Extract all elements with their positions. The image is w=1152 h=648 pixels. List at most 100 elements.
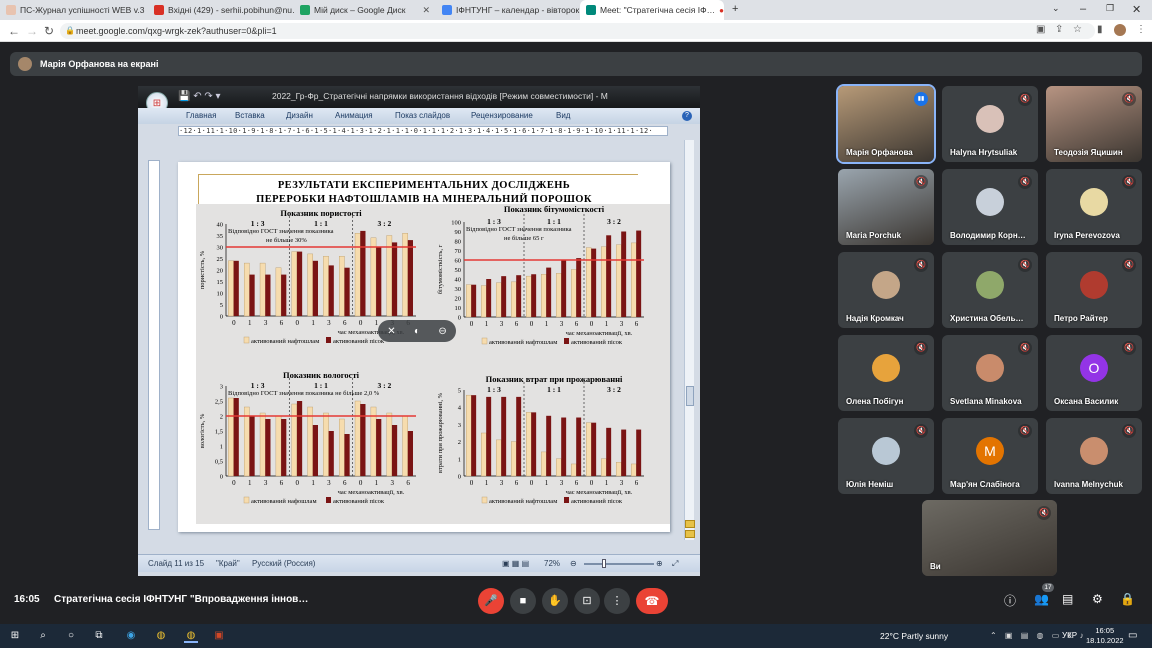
zoom-out-icon[interactable]: ⊖ [570, 559, 577, 568]
bookmark-star-icon[interactable]: ☆ [1073, 24, 1082, 35]
participant-tile[interactable]: 🔇 Надія Кромкач [838, 252, 934, 328]
bar-pisok [561, 417, 567, 476]
raise-hand-button[interactable]: ✋ [542, 588, 568, 614]
ribbon-tab-review[interactable]: Рецензирование [471, 111, 533, 120]
vertical-scrollbar[interactable] [684, 140, 695, 540]
mic-off-button[interactable]: 🎤 [478, 588, 504, 614]
bar-nafto [526, 275, 532, 318]
ribbon-tab-design[interactable]: Дизайн [286, 111, 313, 120]
ribbon-tab-animation[interactable]: Анимация [335, 111, 373, 120]
edge-icon[interactable]: ◉ [124, 629, 138, 643]
zoom-slider-thumb[interactable] [602, 559, 606, 568]
participant-tile[interactable]: 🔇 Петро Райтер [1046, 252, 1142, 328]
powerpoint-icon[interactable]: ▣ [212, 629, 226, 643]
next-slide-icon[interactable] [685, 530, 695, 538]
tab-search-icon[interactable]: ⌄ [1052, 3, 1060, 14]
browser-tab-2[interactable]: Вхідні (429) - serhii.pobihun@nu… ✕ [148, 0, 294, 20]
legend-swatch-pisok [326, 337, 331, 343]
participant-tile[interactable]: 🔇 Олена Побігун [838, 335, 934, 411]
participant-tile[interactable]: М 🔇 Мар'ян Слабінога [942, 418, 1038, 494]
chrome-icon[interactable]: ◍ [154, 629, 168, 643]
profile-avatar[interactable] [1114, 24, 1126, 36]
language-indicator[interactable]: УКР [1062, 631, 1077, 640]
taskbar-clock[interactable]: 16:05 18.10.2022 [1086, 626, 1124, 646]
windows-start-icon[interactable]: ⊞ [8, 629, 22, 643]
bar-pisok [576, 417, 582, 476]
participant-tile[interactable]: 🔇 Iryna Perevozova [1046, 169, 1142, 245]
restore-icon[interactable]: ❐ [1106, 3, 1114, 14]
reload-icon[interactable]: ↻ [44, 24, 54, 38]
bar-nafto [466, 284, 472, 318]
chat-icon[interactable]: ▤ [1062, 592, 1073, 606]
people-icon[interactable]: 👥 [1034, 592, 1049, 606]
legend-label: активований пісок [333, 338, 385, 345]
bar-nafto [496, 282, 502, 318]
close-tab-icon[interactable]: ✕ [422, 5, 430, 16]
ribbon-tab-slideshow[interactable]: Показ слайдов [395, 111, 450, 120]
mic-muted-icon: 🔇 [1018, 258, 1032, 272]
minimize-icon[interactable]: – [1080, 3, 1086, 15]
notifications-icon[interactable]: ▭ [1128, 630, 1137, 641]
close-window-icon[interactable]: ✕ [1132, 3, 1141, 16]
remove-icon[interactable]: ⊖ [438, 326, 446, 337]
back-icon[interactable]: ← [8, 24, 20, 38]
participant-tile[interactable]: 🔇 Maria Porchuk [838, 169, 934, 245]
search-icon[interactable]: ⌕ [36, 629, 50, 643]
participant-tile[interactable]: 🔇 Halyna Hrytsuliak [942, 86, 1038, 162]
participant-tile[interactable]: 🔇 Володимир Корн… [942, 169, 1038, 245]
ribbon-tab-insert[interactable]: Вставка [235, 111, 265, 120]
new-tab-button[interactable]: + [732, 3, 738, 15]
ribbon-tab-view[interactable]: Вид [556, 111, 570, 120]
share-icon[interactable]: ⇪ [1055, 24, 1063, 35]
menu-kebab-icon[interactable]: ⋮ [1136, 24, 1146, 35]
forward-icon[interactable]: → [26, 24, 38, 38]
participant-avatar [872, 271, 900, 299]
weather-widget[interactable]: 22°C Partly sunny [880, 631, 948, 641]
pin-off-icon[interactable]: ✕ [387, 326, 395, 337]
camera-button[interactable]: ■ [510, 588, 536, 614]
browser-tab-3[interactable]: Мій диск – Google Диск ✕ [294, 0, 436, 20]
prev-slide-icon[interactable] [685, 520, 695, 528]
charts-svg: Показник пористості0510152025303540порис… [199, 204, 644, 505]
zoom-level[interactable]: 72% [544, 559, 560, 568]
mute-presenter-icon[interactable]: ◐ [414, 326, 420, 337]
more-options-button[interactable]: ⋮ [604, 588, 630, 614]
camera-permission-icon[interactable]: ▣ [1036, 24, 1045, 35]
chrome-active-icon[interactable]: ◍ [184, 629, 198, 643]
bar-pisok [360, 404, 366, 476]
view-buttons[interactable]: ▣ ▦ ▤ [502, 559, 529, 568]
leave-call-button[interactable]: ☎ [636, 588, 668, 614]
sidepanel-icon[interactable]: ▮ [1097, 24, 1103, 35]
participant-tile[interactable]: 🔇 Юлія Неміш [838, 418, 934, 494]
meeting-title[interactable]: Стратегічна сесія ІФНТУНГ "Впровадження … [54, 594, 308, 605]
participant-tile[interactable]: 🔇 Ви [922, 500, 1057, 576]
host-controls-icon[interactable]: 🔒 [1120, 592, 1135, 606]
y-tick-label: 1 [458, 456, 461, 463]
y-tick-label: 35 [217, 233, 224, 240]
participant-tile[interactable]: ▮▮ Марія Орфанова [836, 84, 936, 164]
zoom-slider[interactable] [584, 563, 654, 565]
zoom-in-icon[interactable]: ⊕ [656, 559, 663, 568]
participant-tile[interactable]: 🔇 Христина Обель… [942, 252, 1038, 328]
participant-tile[interactable]: 🔇 Svetlana Minakova [942, 335, 1038, 411]
participant-tile[interactable]: 🔇 Теодозія Яцишин [1046, 86, 1142, 162]
browser-tab-1[interactable]: ПС-Журнал успішності WEB v.3 ✕ [0, 0, 148, 20]
meeting-info-icon[interactable]: ⓘ [1004, 592, 1016, 609]
present-button[interactable]: ⊡ [574, 588, 600, 614]
browser-tab-4[interactable]: ІФНТУНГ – календар - вівторок ✕ [436, 0, 580, 20]
cortana-icon[interactable]: ○ [64, 629, 78, 643]
activities-icon[interactable]: ⚙ [1092, 592, 1103, 606]
participant-tile[interactable]: 🔇 Ivanna Melnychuk [1046, 418, 1142, 494]
x-tick-label: 1 [605, 320, 609, 328]
task-view-icon[interactable]: ⧉ [92, 629, 106, 643]
browser-tab-5-active[interactable]: Meet: "Стратегічна сесія ІФ… ● ✕ [580, 0, 724, 20]
help-icon[interactable]: ? [682, 111, 692, 121]
ribbon-tab-home[interactable]: Главная [186, 111, 216, 120]
quick-access-toolbar[interactable]: 💾 ↶ ↷ ▾ [178, 91, 221, 102]
url-field[interactable]: 🔒 meet.google.com/qxg-wrgk-zek?authuser=… [60, 23, 1095, 39]
fit-slide-icon[interactable]: ⤢ [672, 559, 678, 569]
bar-nafto [354, 233, 361, 317]
bar-nafto [402, 233, 408, 317]
participant-tile[interactable]: О 🔇 Оксана Василик [1046, 335, 1142, 411]
scroll-thumb[interactable] [686, 386, 694, 406]
